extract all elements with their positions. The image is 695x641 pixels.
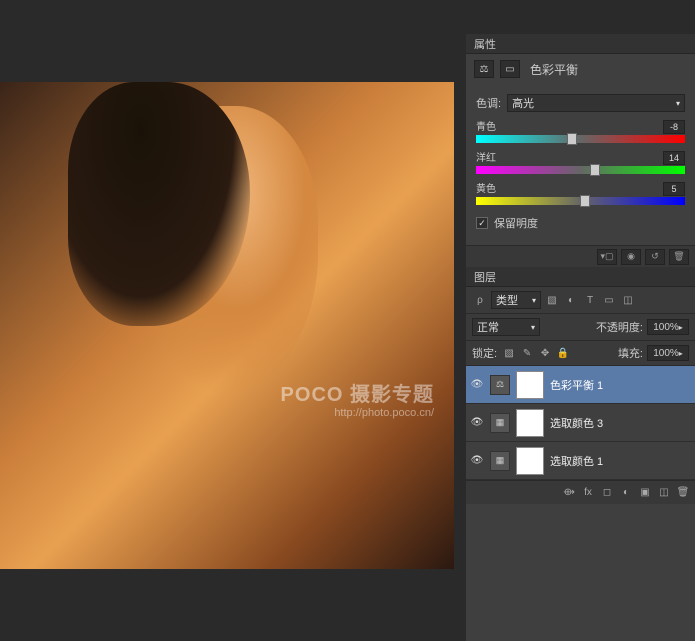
layer-style-icon[interactable]: fx bbox=[580, 485, 596, 501]
preserve-luminosity-checkbox[interactable]: ✓ bbox=[476, 217, 488, 229]
fill-input[interactable]: 100%▸ bbox=[647, 345, 689, 361]
layer-mask-thumbnail[interactable] bbox=[516, 409, 544, 437]
selective-color-icon: ▦ bbox=[490, 451, 510, 471]
visibility-toggle-icon[interactable]: 👁 bbox=[470, 378, 484, 392]
lock-pixels-icon[interactable]: ✎ bbox=[519, 345, 535, 361]
layer-row[interactable]: 👁 ▦ 选取颜色 3 bbox=[466, 404, 695, 442]
adjustment-name: 色彩平衡 bbox=[530, 61, 578, 78]
delete-layer-icon[interactable]: 🗑 bbox=[675, 485, 691, 501]
filter-smart-icon[interactable]: ◫ bbox=[620, 292, 636, 308]
preserve-luminosity-label: 保留明度 bbox=[494, 215, 538, 231]
layer-mask-thumbnail[interactable] bbox=[516, 371, 544, 399]
lock-all-icon[interactable]: 🔒 bbox=[555, 345, 571, 361]
color-balance-icon: ⚖ bbox=[490, 375, 510, 395]
layer-name[interactable]: 色彩平衡 1 bbox=[550, 377, 603, 393]
cyan-red-value[interactable]: -8 bbox=[663, 120, 685, 134]
filter-shape-icon[interactable]: ▭ bbox=[601, 292, 617, 308]
visibility-toggle-icon[interactable]: 👁 bbox=[470, 416, 484, 430]
filter-type-icon[interactable]: T bbox=[582, 292, 598, 308]
add-mask-icon[interactable]: ◻ bbox=[599, 485, 615, 501]
layer-mask-thumbnail[interactable] bbox=[516, 447, 544, 475]
watermark: POCO 摄影专题 http://photo.poco.cn/ bbox=[281, 378, 434, 419]
lock-transparency-icon[interactable]: ▧ bbox=[501, 345, 517, 361]
document-canvas[interactable]: POCO 摄影专题 http://photo.poco.cn/ bbox=[0, 82, 454, 569]
adjustment-icon[interactable]: ⚖ bbox=[474, 60, 494, 78]
delete-adjustment-icon[interactable]: 🗑 bbox=[669, 249, 689, 265]
opacity-label: 不透明度: bbox=[596, 319, 643, 335]
visibility-toggle-icon[interactable]: 👁 bbox=[470, 454, 484, 468]
lock-position-icon[interactable]: ✥ bbox=[537, 345, 553, 361]
blend-mode-select[interactable]: 正常▾ bbox=[472, 318, 540, 336]
yellow-blue-slider[interactable]: 黄色 蓝色 5 bbox=[476, 180, 685, 205]
filter-adjustment-icon[interactable]: ◐ bbox=[563, 292, 579, 308]
properties-panel-header[interactable]: 属性 bbox=[466, 34, 695, 54]
properties-panel-title: 属性 bbox=[474, 36, 496, 52]
link-layers-icon[interactable]: ⟴ bbox=[561, 485, 577, 501]
opacity-input[interactable]: 100%▸ bbox=[647, 319, 689, 335]
layer-name[interactable]: 选取颜色 1 bbox=[550, 453, 603, 469]
new-adjustment-icon[interactable]: ◐ bbox=[618, 485, 634, 501]
filter-kind-select[interactable]: 类型▾ bbox=[491, 291, 541, 309]
view-previous-icon[interactable]: ◉ bbox=[621, 249, 641, 265]
layer-row[interactable]: 👁 ⚖ 色彩平衡 1 bbox=[466, 366, 695, 404]
magenta-green-slider[interactable]: 洋红 绿色 14 bbox=[476, 149, 685, 174]
layer-row[interactable]: 👁 ▦ 选取颜色 1 bbox=[466, 442, 695, 480]
filter-kind-icon[interactable]: ρ bbox=[472, 292, 488, 308]
magenta-green-value[interactable]: 14 bbox=[663, 151, 685, 165]
yellow-blue-value[interactable]: 5 bbox=[663, 182, 685, 196]
fill-label: 填充: bbox=[618, 345, 643, 361]
cyan-red-slider[interactable]: 青色 红色 -8 bbox=[476, 118, 685, 143]
mask-icon[interactable]: ▭ bbox=[500, 60, 520, 78]
layers-panel-title: 图层 bbox=[474, 269, 496, 285]
properties-footer: ▾▢ ◉ ↺ 🗑 bbox=[466, 245, 695, 267]
new-layer-icon[interactable]: ◫ bbox=[656, 485, 672, 501]
tone-select[interactable]: 高光▾ bbox=[507, 94, 685, 112]
filter-pixel-icon[interactable]: ▧ bbox=[544, 292, 560, 308]
layers-footer: ⟴ fx ◻ ◐ ▣ ◫ 🗑 bbox=[466, 480, 695, 504]
selective-color-icon: ▦ bbox=[490, 413, 510, 433]
new-group-icon[interactable]: ▣ bbox=[637, 485, 653, 501]
layer-name[interactable]: 选取颜色 3 bbox=[550, 415, 603, 431]
tone-label: 色调: bbox=[476, 95, 501, 111]
layers-panel-header[interactable]: 图层 bbox=[466, 267, 695, 287]
right-panels: 属性 ⚖ ▭ 色彩平衡 色调: 高光▾ 青色 红色 -8 洋红 绿色 bbox=[466, 34, 695, 641]
lock-label: 锁定: bbox=[472, 345, 497, 361]
reset-icon[interactable]: ↺ bbox=[645, 249, 665, 265]
clip-to-layer-icon[interactable]: ▾▢ bbox=[597, 249, 617, 265]
